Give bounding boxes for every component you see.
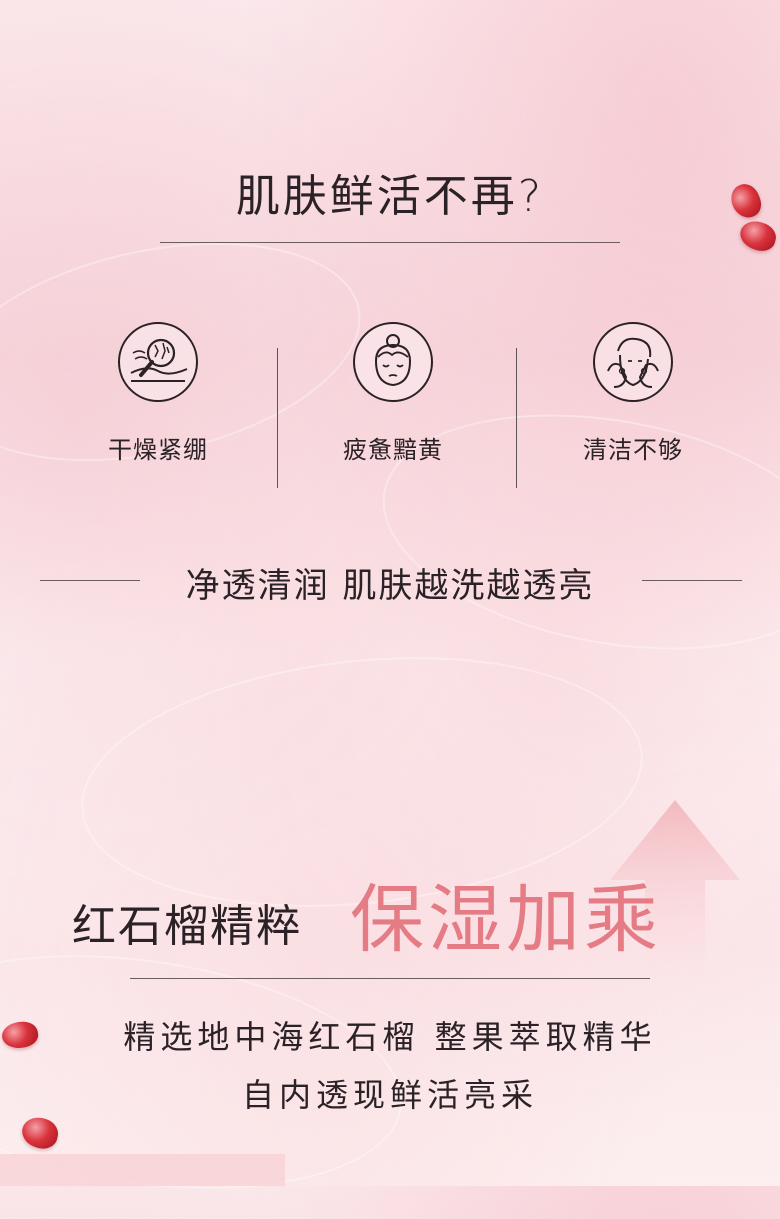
description-line-1: 精选地中海红石榴 整果萃取精华 bbox=[123, 1018, 657, 1056]
feature-label: 清洁不够 bbox=[583, 436, 683, 464]
tagline-right-rule bbox=[642, 580, 742, 581]
bottom-color-block bbox=[0, 1154, 285, 1186]
description-line-2: 自内透现鲜活亮采 bbox=[241, 1076, 538, 1114]
title-divider bbox=[160, 242, 620, 243]
feature-cleansing: 清洁不够 bbox=[568, 322, 698, 465]
feature-label: 疲惫黯黄 bbox=[343, 436, 443, 464]
tagline: 净透清润 肌肤越洗越透亮 bbox=[185, 566, 595, 606]
feature-dullness: 疲惫黯黄 bbox=[328, 322, 458, 465]
tired-face-icon bbox=[353, 322, 433, 402]
section-title: 肌肤鲜活不再? bbox=[235, 171, 545, 222]
cracked-skin-magnifier-icon bbox=[118, 322, 198, 402]
headline-divider bbox=[130, 978, 650, 979]
feature-divider bbox=[516, 348, 517, 488]
feature-dryness: 干燥紧绷 bbox=[93, 322, 223, 465]
headline-benefit: 保湿加乘 bbox=[350, 877, 662, 963]
feature-divider bbox=[277, 348, 278, 488]
headline-ingredient: 红石榴精粹 bbox=[72, 901, 302, 952]
face-washing-icon bbox=[593, 322, 673, 402]
feature-label: 干燥紧绷 bbox=[108, 436, 208, 464]
